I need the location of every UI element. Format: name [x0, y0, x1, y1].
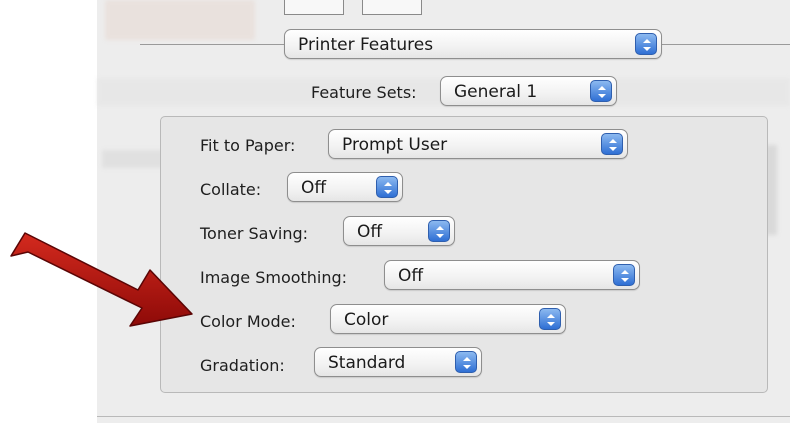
gradation-popup[interactable]: Standard: [314, 347, 482, 377]
toner-saving-popup[interactable]: Off: [343, 216, 455, 246]
pane-popup-value: Printer Features: [298, 35, 434, 55]
toner-saving-value: Off: [357, 222, 383, 242]
popup-stepper-icon: [539, 308, 561, 330]
image-smoothing-value: Off: [398, 266, 424, 286]
top-button-left[interactable]: [284, 0, 344, 15]
popup-stepper-icon: [590, 80, 612, 102]
popup-stepper-icon: [601, 133, 623, 155]
gradation-label: Gradation:: [200, 356, 285, 375]
color-mode-label: Color Mode:: [200, 312, 296, 331]
background-blur-shape: [105, 0, 255, 40]
fit-to-paper-label: Fit to Paper:: [200, 136, 296, 155]
separator-line-left: [140, 44, 284, 45]
popup-stepper-icon: [428, 220, 450, 242]
separator-line-right: [662, 44, 790, 45]
collate-popup[interactable]: Off: [287, 172, 403, 202]
annotation-arrow-icon: [10, 232, 193, 327]
fit-to-paper-value: Prompt User: [342, 135, 448, 155]
feature-sets-popup[interactable]: General 1: [440, 76, 617, 106]
image-smoothing-label: Image Smoothing:: [200, 268, 348, 287]
popup-stepper-icon: [376, 176, 398, 198]
color-mode-value: Color: [344, 310, 389, 330]
popup-stepper-icon: [613, 264, 635, 286]
feature-sets-value: General 1: [454, 82, 538, 102]
image-smoothing-popup[interactable]: Off: [384, 260, 640, 290]
fit-to-paper-popup[interactable]: Prompt User: [328, 129, 628, 159]
bottom-separator: [97, 416, 790, 417]
pane-popup-menu[interactable]: Printer Features: [284, 29, 662, 59]
color-mode-popup[interactable]: Color: [330, 304, 566, 334]
top-button-right[interactable]: [362, 0, 422, 15]
collate-label: Collate:: [200, 180, 262, 199]
popup-stepper-icon: [635, 33, 657, 55]
collate-value: Off: [301, 178, 327, 198]
popup-stepper-icon: [455, 351, 477, 373]
gradation-value: Standard: [328, 353, 406, 373]
feature-sets-label: Feature Sets:: [311, 83, 417, 102]
toner-saving-label: Toner Saving:: [200, 224, 309, 243]
